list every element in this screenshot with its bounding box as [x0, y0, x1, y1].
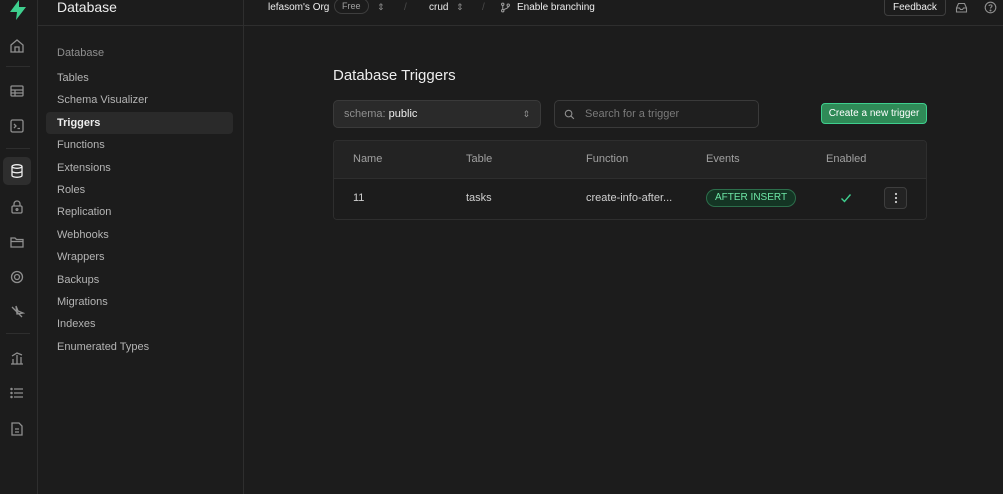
org-chevron-updown-icon[interactable]: ⇕	[377, 0, 385, 14]
table-editor-icon[interactable]	[3, 77, 31, 105]
breadcrumb-separator-2: /	[482, 1, 485, 13]
schema-select-value: public	[388, 108, 418, 120]
sidebar-item-replication[interactable]: Replication	[46, 201, 233, 223]
more-vertical-icon	[894, 192, 897, 204]
column-header-name: Name	[353, 153, 383, 165]
breadcrumb-separator: /	[404, 1, 407, 13]
trigger-name: 11	[353, 192, 365, 204]
help-icon[interactable]	[984, 1, 997, 14]
logs-icon[interactable]	[3, 379, 31, 407]
check-icon	[839, 191, 853, 205]
trigger-function: create-info-after...	[586, 192, 673, 204]
search-icon	[564, 109, 575, 120]
edge-functions-icon[interactable]	[3, 298, 31, 326]
sidebar-nav: Tables Schema Visualizer Triggers Functi…	[46, 67, 233, 358]
inbox-icon[interactable]	[955, 1, 968, 14]
sidebar-item-webhooks[interactable]: Webhooks	[46, 224, 233, 246]
triggers-table: Name Table Function Events Enabled 11 ta…	[333, 140, 927, 220]
main-content: Database Triggers schema: public ⇕ Creat…	[244, 26, 1003, 494]
top-bar: lefasom's Org Free ⇕ / crud ⇕ / Enable b…	[244, 0, 1003, 26]
project-chevron-updown-icon[interactable]: ⇕	[456, 0, 464, 14]
supabase-logo-icon[interactable]	[7, 0, 29, 20]
auth-lock-icon[interactable]	[3, 193, 31, 221]
column-header-function: Function	[586, 153, 629, 165]
sidebar-item-triggers[interactable]: Triggers	[46, 111, 233, 135]
schema-select[interactable]: schema: public ⇕	[333, 100, 541, 128]
chevron-updown-icon: ⇕	[522, 109, 530, 119]
table-header: Name Table Function Events Enabled	[334, 141, 926, 179]
trigger-table: tasks	[466, 192, 492, 204]
project-name: crud	[429, 1, 449, 13]
storage-icon[interactable]	[3, 228, 31, 256]
schema-select-label: schema:	[344, 108, 386, 120]
sidebar-item-extensions[interactable]: Extensions	[46, 157, 233, 179]
create-trigger-button[interactable]: Create a new trigger	[821, 103, 927, 124]
sql-editor-icon[interactable]	[3, 112, 31, 140]
sidebar-item-roles[interactable]: Roles	[46, 179, 233, 201]
table-row: 11 tasks create-info-after... AFTER INSE…	[334, 179, 926, 219]
plan-badge: Free	[334, 0, 369, 14]
page-title: Database Triggers	[333, 67, 456, 84]
org-name: lefasom's Org	[268, 1, 330, 13]
sidebar-title: Database	[38, 0, 243, 26]
sidebar-item-functions[interactable]: Functions	[46, 134, 233, 156]
enable-branching-label: Enable branching	[517, 1, 595, 13]
enable-branching-button[interactable]: Enable branching	[500, 0, 595, 14]
branch-icon	[501, 2, 510, 12]
api-docs-icon[interactable]	[3, 415, 31, 443]
sidebar-item-indexes[interactable]: Indexes	[46, 313, 233, 335]
search-input[interactable]	[585, 106, 753, 122]
column-header-enabled: Enabled	[826, 153, 867, 165]
sidebar-item-schema-visualizer[interactable]: Schema Visualizer	[46, 89, 233, 111]
column-header-events: Events	[706, 153, 740, 165]
sidebar-item-migrations[interactable]: Migrations	[46, 291, 233, 313]
feedback-button[interactable]: Feedback	[884, 0, 946, 16]
column-header-table: Table	[466, 153, 493, 165]
database-icon[interactable]	[3, 157, 31, 185]
icon-rail	[0, 0, 38, 494]
project-switcher[interactable]: crud	[429, 0, 448, 14]
sidebar-item-wrappers[interactable]: Wrappers	[46, 246, 233, 268]
database-sidebar: Database Database Tables Schema Visualiz…	[38, 0, 244, 494]
org-switcher[interactable]: lefasom's Org	[268, 0, 329, 14]
event-badge: AFTER INSERT	[706, 189, 797, 207]
sidebar-item-backups[interactable]: Backups	[46, 269, 233, 291]
reports-icon[interactable]	[3, 344, 31, 372]
row-actions-button[interactable]	[884, 187, 907, 209]
trigger-search	[554, 100, 759, 128]
sidebar-section-label: Database	[57, 47, 105, 59]
home-icon[interactable]	[3, 32, 31, 60]
sidebar-item-tables[interactable]: Tables	[46, 67, 233, 89]
realtime-icon[interactable]	[3, 263, 31, 291]
sidebar-item-enumerated-types[interactable]: Enumerated Types	[46, 336, 233, 358]
